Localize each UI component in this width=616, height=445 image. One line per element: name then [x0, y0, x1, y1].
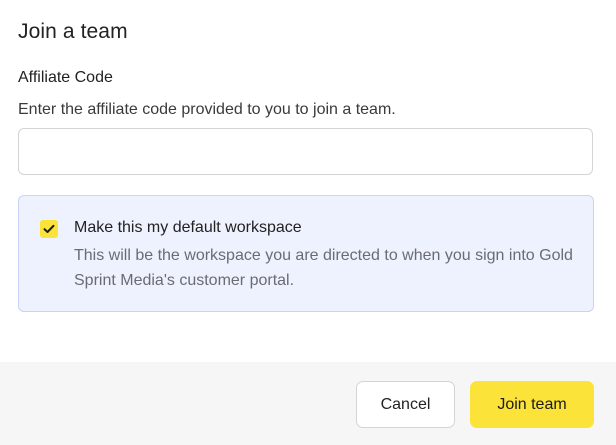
default-workspace-description: This will be the workspace you are direc…: [74, 247, 573, 289]
dialog-title: Join a team: [18, 20, 128, 43]
default-workspace-panel: Make this my default workspace This will…: [18, 195, 594, 312]
default-workspace-title: Make this my default workspace: [74, 219, 302, 236]
dialog-footer: Cancel Join team: [0, 362, 616, 445]
affiliate-code-input[interactable]: [18, 128, 593, 175]
default-workspace-checkbox[interactable]: [40, 220, 58, 238]
affiliate-code-label: Affiliate Code: [18, 69, 113, 86]
join-team-dialog: Join a team Affiliate Code Enter the aff…: [0, 0, 616, 445]
check-icon: [43, 224, 55, 233]
cancel-button[interactable]: Cancel: [356, 381, 455, 428]
join-team-button[interactable]: Join team: [470, 381, 594, 428]
affiliate-code-help: Enter the affiliate code provided to you…: [18, 101, 396, 118]
